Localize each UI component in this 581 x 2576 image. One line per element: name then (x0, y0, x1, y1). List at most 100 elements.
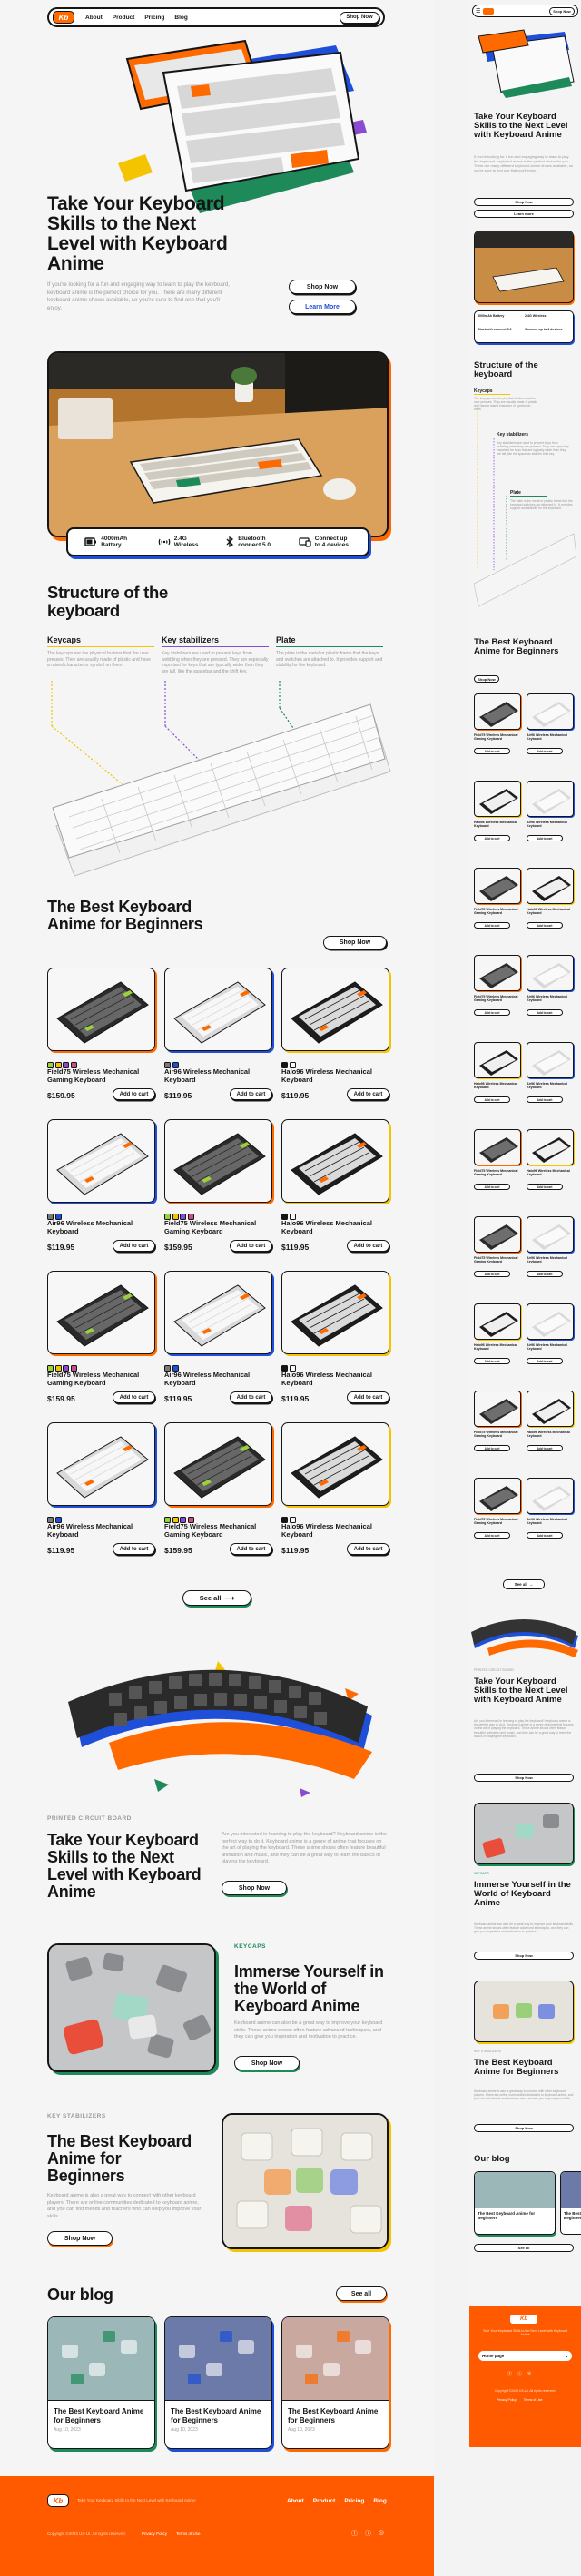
mobile-product-card[interactable]: Field75 Wireless Mechanical Gaming Keybo… (474, 955, 521, 1037)
mobile-product-card[interactable]: Air96 Wireless Mechanical Keyboard Add t… (527, 1042, 574, 1124)
mobile-add-to-cart-button[interactable]: Add to cart (474, 1445, 510, 1451)
mobile-products-shop-now[interactable]: Shop Now (474, 675, 499, 683)
mobile-hero-shop-now[interactable]: Shop Now (474, 198, 574, 206)
menu-icon[interactable]: ☰ (476, 8, 480, 15)
mobile-add-to-cart-button[interactable]: Add to cart (474, 1532, 510, 1539)
mobile-product-card[interactable]: Halo96 Wireless Mechanical Keyboard Add … (527, 1391, 574, 1472)
hero-shop-now-button[interactable]: Shop Now (289, 280, 356, 294)
product-card[interactable]: Field75 Wireless Mechanical Gaming Keybo… (47, 1271, 155, 1407)
product-card[interactable]: Air96 Wireless Mechanical Keyboard $119.… (47, 1119, 155, 1255)
footer-link-about[interactable]: About (287, 2498, 304, 2504)
pcb-shop-now-button[interactable]: Shop Now (222, 1881, 287, 1895)
mobile-add-to-cart-button[interactable]: Add to cart (474, 748, 510, 754)
product-card[interactable]: Field75 Wireless Mechanical Gaming Keybo… (164, 1422, 272, 1558)
footer-link-pricing[interactable]: Pricing (344, 2498, 364, 2504)
mobile-footer-logo[interactable]: Kb (510, 2315, 537, 2324)
mobile-product-card[interactable]: Field75 Wireless Mechanical Gaming Keybo… (474, 1129, 521, 1211)
mobile-add-to-cart-button[interactable]: Add to cart (474, 835, 510, 841)
mobile-add-to-cart-button[interactable]: Add to cart (527, 1358, 563, 1364)
terms-of-use-link[interactable]: Terms of Use (524, 2398, 543, 2402)
blog-card[interactable]: The Best Keyboard Anime for Beginners Au… (164, 2316, 272, 2449)
mobile-product-card[interactable]: Halo96 Wireless Mechanical Keyboard Add … (474, 781, 521, 862)
product-card[interactable]: Halo96 Wireless Mechanical Keyboard $119… (281, 968, 389, 1104)
mobile-add-to-cart-button[interactable]: Add to cart (474, 922, 510, 929)
mobile-footer-select[interactable]: Home page ⌄ (478, 2351, 572, 2361)
terms-of-use-link[interactable]: Terms of Use (176, 2532, 201, 2536)
mobile-keycaps-shop-now[interactable]: Shop Now (474, 1952, 574, 1960)
nav-link-pricing[interactable]: Pricing (144, 15, 164, 21)
nav-link-product[interactable]: Product (113, 15, 135, 21)
mobile-pcb-shop-now[interactable]: Shop Now (474, 1774, 574, 1782)
add-to-cart-button[interactable]: Add to cart (113, 1391, 155, 1403)
product-card[interactable]: Field75 Wireless Mechanical Gaming Keybo… (164, 1119, 272, 1255)
mobile-product-card[interactable]: Air96 Wireless Mechanical Keyboard Add t… (527, 693, 574, 775)
facebook-icon[interactable]: ⓕ (507, 2371, 512, 2377)
twitter-icon[interactable]: ⓣ (365, 2529, 371, 2538)
blog-card[interactable]: The Best Keyboard Anime for Beginners Au… (281, 2316, 389, 2449)
stabilizers-shop-now-button[interactable]: Shop Now (47, 2231, 113, 2246)
keycaps-shop-now-button[interactable]: Shop Now (234, 2056, 300, 2070)
mobile-add-to-cart-button[interactable]: Add to cart (527, 748, 563, 754)
product-card[interactable]: Air96 Wireless Mechanical Keyboard $119.… (164, 1271, 272, 1407)
product-card[interactable]: Air96 Wireless Mechanical Keyboard $119.… (164, 968, 272, 1104)
mobile-nav-shop-now[interactable]: Shop Now (549, 6, 575, 15)
mobile-add-to-cart-button[interactable]: Add to cart (474, 1271, 510, 1277)
mobile-product-card[interactable]: Halo96 Wireless Mechanical Keyboard Add … (527, 868, 574, 949)
mobile-add-to-cart-button[interactable]: Add to cart (527, 1009, 563, 1016)
product-card[interactable]: Field75 Wireless Mechanical Gaming Keybo… (47, 968, 155, 1104)
mobile-product-card[interactable]: Halo96 Wireless Mechanical Keyboard Add … (527, 1129, 574, 1211)
add-to-cart-button[interactable]: Add to cart (347, 1543, 389, 1555)
mobile-see-all-button[interactable]: See all → (503, 1579, 545, 1589)
footer-link-product[interactable]: Product (313, 2498, 336, 2504)
products-see-all-button[interactable]: See all ⟶ (182, 1590, 251, 1606)
instagram-icon[interactable]: ◎ (379, 2529, 384, 2538)
mobile-hero-learn-more[interactable]: Learn more (474, 210, 574, 218)
mobile-add-to-cart-button[interactable]: Add to cart (474, 1358, 510, 1364)
mobile-add-to-cart-button[interactable]: Add to cart (474, 1096, 510, 1103)
add-to-cart-button[interactable]: Add to cart (347, 1088, 389, 1100)
product-card[interactable]: Halo96 Wireless Mechanical Keyboard $119… (281, 1271, 389, 1407)
product-card[interactable]: Halo96 Wireless Mechanical Keyboard $119… (281, 1422, 389, 1558)
mobile-add-to-cart-button[interactable]: Add to cart (527, 1184, 563, 1190)
add-to-cart-button[interactable]: Add to cart (113, 1240, 155, 1252)
mobile-product-card[interactable]: Air96 Wireless Mechanical Keyboard Add t… (527, 1303, 574, 1385)
add-to-cart-button[interactable]: Add to cart (230, 1391, 272, 1403)
mobile-add-to-cart-button[interactable]: Add to cart (474, 1184, 510, 1190)
mobile-add-to-cart-button[interactable]: Add to cart (527, 835, 563, 841)
brand-logo[interactable]: Kb (53, 11, 74, 24)
add-to-cart-button[interactable]: Add to cart (347, 1391, 389, 1403)
footer-logo[interactable]: Kb (47, 2494, 69, 2507)
mobile-add-to-cart-button[interactable]: Add to cart (527, 1532, 563, 1539)
add-to-cart-button[interactable]: Add to cart (113, 1088, 155, 1100)
product-card[interactable]: Halo96 Wireless Mechanical Keyboard $119… (281, 1119, 389, 1255)
mobile-add-to-cart-button[interactable]: Add to cart (527, 1445, 563, 1451)
nav-shop-now-button[interactable]: Shop Now (340, 11, 379, 24)
mobile-blog-see-all[interactable]: See all (474, 2244, 574, 2252)
mobile-product-card[interactable]: Field75 Wireless Mechanical Gaming Keybo… (474, 868, 521, 949)
hero-learn-more-button[interactable]: Learn More (289, 300, 356, 314)
mobile-product-card[interactable]: Field75 Wireless Mechanical Gaming Keybo… (474, 693, 521, 775)
nav-link-about[interactable]: About (85, 15, 103, 21)
mobile-add-to-cart-button[interactable]: Add to cart (527, 1271, 563, 1277)
mobile-add-to-cart-button[interactable]: Add to cart (527, 1096, 563, 1103)
footer-link-blog[interactable]: Blog (373, 2498, 386, 2504)
mobile-product-card[interactable]: Field75 Wireless Mechanical Gaming Keybo… (474, 1478, 521, 1559)
nav-link-blog[interactable]: Blog (174, 15, 187, 21)
mobile-product-card[interactable]: Air96 Wireless Mechanical Keyboard Add t… (527, 781, 574, 862)
add-to-cart-button[interactable]: Add to cart (113, 1543, 155, 1555)
add-to-cart-button[interactable]: Add to cart (230, 1088, 272, 1100)
twitter-icon[interactable]: ⓣ (517, 2371, 522, 2377)
mobile-add-to-cart-button[interactable]: Add to cart (527, 922, 563, 929)
mobile-product-card[interactable]: Air96 Wireless Mechanical Keyboard Add t… (527, 1478, 574, 1559)
mobile-product-card[interactable]: Air96 Wireless Mechanical Keyboard Add t… (527, 1216, 574, 1298)
mobile-product-card[interactable]: Halo96 Wireless Mechanical Keyboard Add … (474, 1042, 521, 1124)
privacy-policy-link[interactable]: Privacy Policy (497, 2398, 517, 2402)
mobile-add-to-cart-button[interactable]: Add to cart (474, 1009, 510, 1016)
products-shop-now-button[interactable]: Shop Now (323, 936, 387, 949)
product-card[interactable]: Air96 Wireless Mechanical Keyboard $119.… (47, 1422, 155, 1558)
add-to-cart-button[interactable]: Add to cart (230, 1543, 272, 1555)
mobile-stabilizers-shop-now[interactable]: Shop Now (474, 2124, 574, 2132)
mobile-product-card[interactable]: Field75 Wireless Mechanical Gaming Keybo… (474, 1391, 521, 1472)
mobile-product-card[interactable]: Field75 Wireless Mechanical Gaming Keybo… (474, 1216, 521, 1298)
privacy-policy-link[interactable]: Privacy Policy (142, 2532, 167, 2536)
